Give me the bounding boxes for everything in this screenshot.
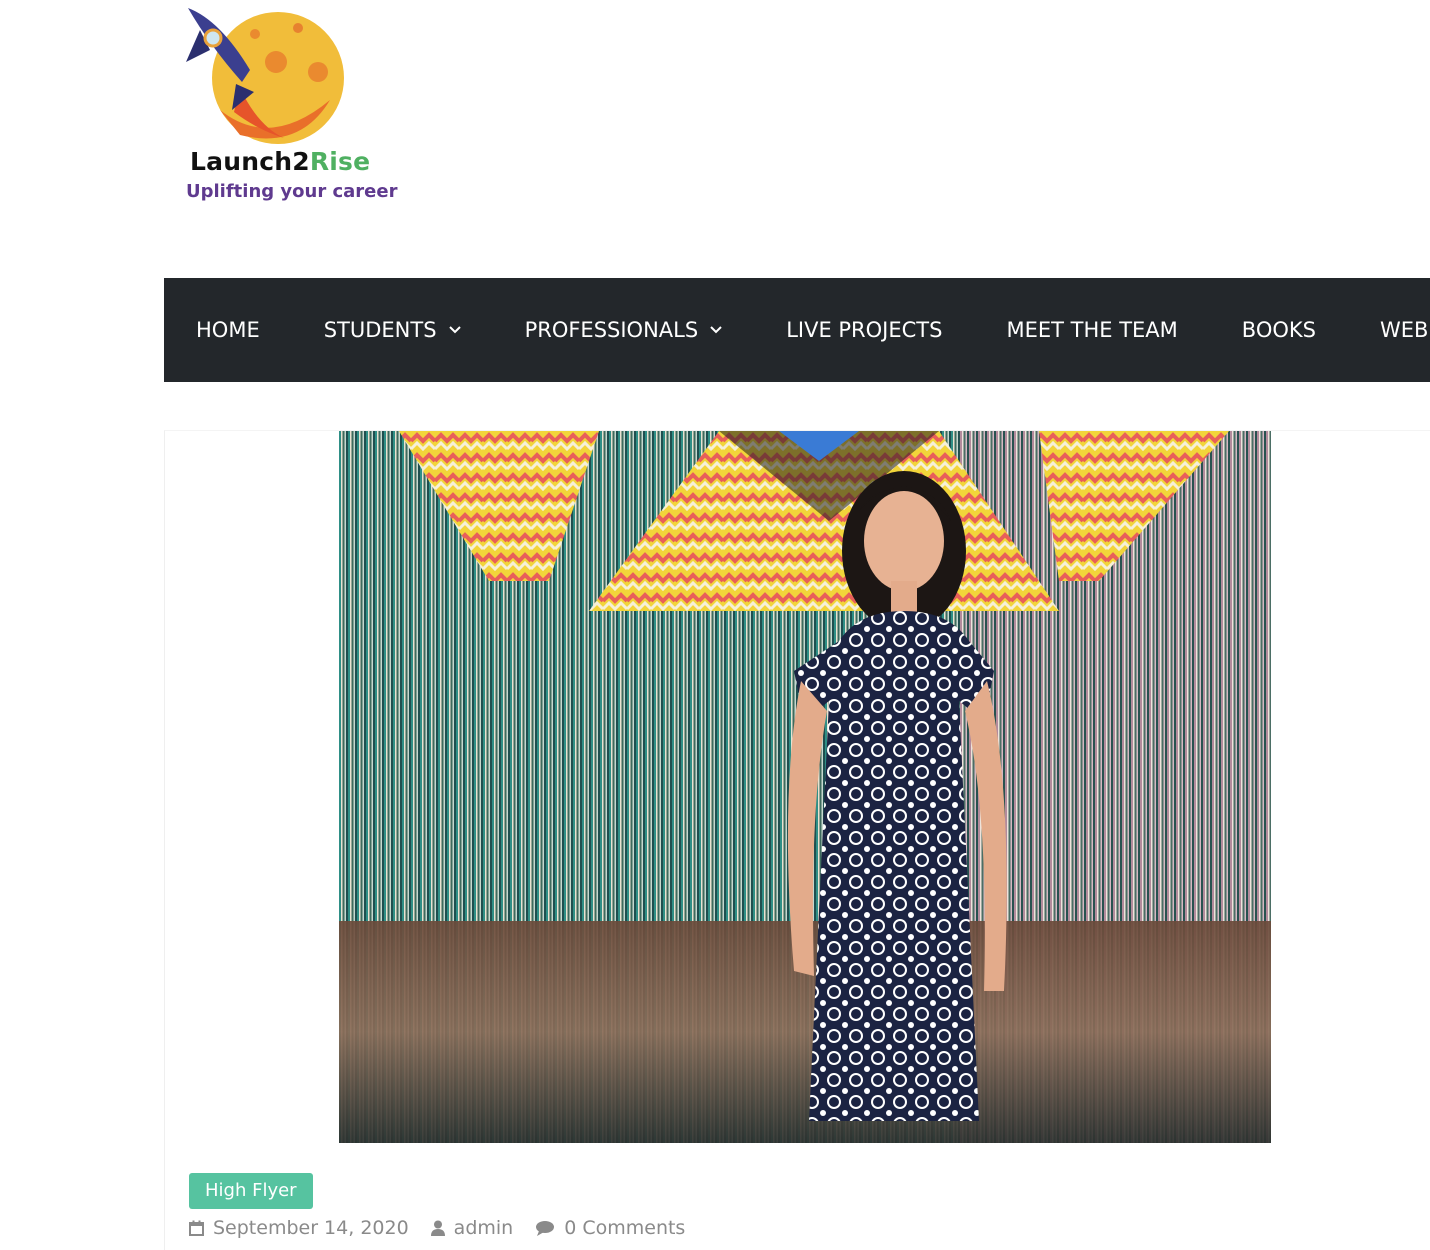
- logo-wordmark: Launch2Rise: [190, 147, 370, 176]
- logo-wordmark-part2: Rise: [309, 147, 371, 176]
- nav-item-label: STUDENTS: [323, 318, 437, 342]
- site-logo[interactable]: Launch2Rise Uplifting your career: [180, 0, 398, 215]
- logo-tagline: Uplifting your career: [186, 181, 398, 202]
- nav-item-label: MEET THE TEAM: [1006, 318, 1178, 342]
- nav-item-label: HOME: [196, 318, 260, 342]
- nav-item-students[interactable]: STUDENTS: [292, 278, 493, 382]
- chevron-down-icon: [710, 326, 722, 334]
- nav-item-professionals[interactable]: PROFESSIONALS: [493, 278, 755, 382]
- category-badge[interactable]: High Flyer: [189, 1173, 313, 1209]
- featured-photo: [339, 431, 1271, 1143]
- main-navigation: HOME STUDENTS PROFESSIONALS LIVE PROJECT…: [164, 278, 1430, 382]
- post-date: September 14, 2020: [213, 1217, 409, 1239]
- post-author: admin: [453, 1217, 514, 1239]
- post-author-link[interactable]: admin: [430, 1217, 514, 1239]
- post-date-link[interactable]: September 14, 2020: [189, 1217, 409, 1239]
- article-card: High Flyer September 14, 2020 admin 0 Co…: [164, 430, 1430, 1250]
- nav-item-books[interactable]: BOOKS: [1210, 278, 1348, 382]
- nav-item-label: PROFESSIONALS: [524, 318, 699, 342]
- nav-item-label: WEBI: [1379, 318, 1430, 342]
- nav-item-meet-the-team[interactable]: MEET THE TEAM: [974, 278, 1209, 382]
- chevron-down-icon: [448, 326, 461, 334]
- nav-item-label: BOOKS: [1241, 318, 1316, 342]
- nav-item-live-projects[interactable]: LIVE PROJECTS: [754, 278, 974, 382]
- user-icon: [430, 1220, 445, 1236]
- featured-image[interactable]: [339, 431, 1271, 1143]
- logo-wordmark-part1: Launch2: [190, 147, 310, 176]
- comment-icon: [536, 1221, 555, 1236]
- rocket-moon-logo: [186, 8, 344, 144]
- nav-item-label: LIVE PROJECTS: [786, 318, 943, 342]
- nav-item-home[interactable]: HOME: [164, 278, 292, 382]
- post-comments: 0 Comments: [564, 1217, 686, 1239]
- post-meta: September 14, 2020 admin 0 Comments: [189, 1217, 707, 1239]
- nav-item-webinars[interactable]: WEBI: [1348, 278, 1430, 382]
- post-comments-link[interactable]: 0 Comments: [535, 1217, 685, 1239]
- calendar-icon: [189, 1220, 204, 1236]
